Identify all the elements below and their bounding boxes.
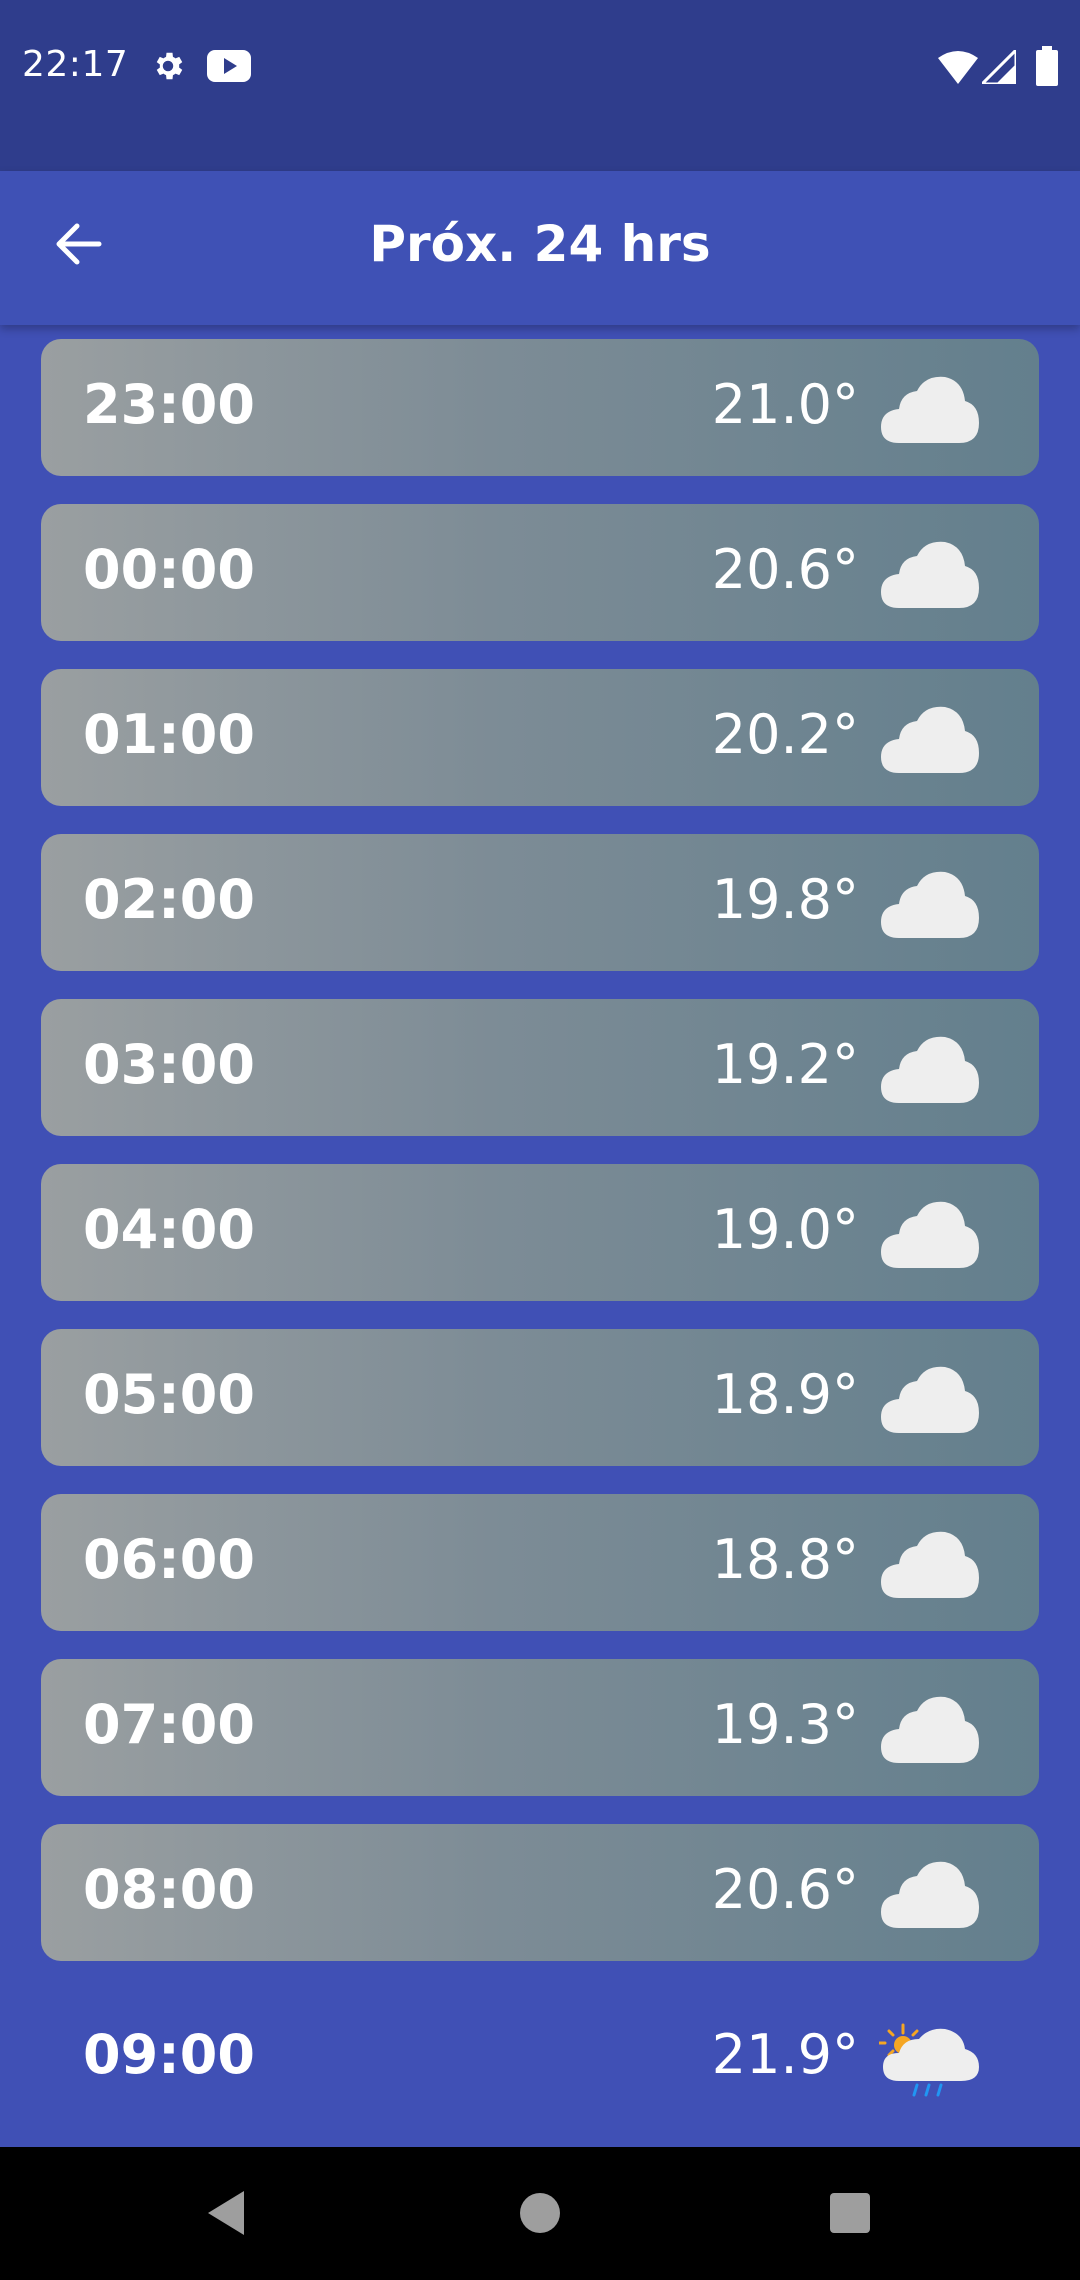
cloud-icon [879,1198,981,1272]
temperature-label: 20.6° [711,538,859,601]
temperature-label: 20.2° [711,703,859,766]
hourly-row[interactable]: 04:00 19.0° [41,1164,1039,1301]
back-triangle-icon [208,2191,244,2235]
temperature-label: 18.8° [711,1528,859,1591]
page-title: Próx. 24 hrs [369,215,711,273]
nav-back-button[interactable] [196,2183,256,2243]
hourly-row[interactable]: 00:00 20.6° [41,504,1039,641]
temperature-label: 18.9° [711,1363,859,1426]
temperature-label: 19.0° [711,1198,859,1261]
signal-icon [982,50,1016,84]
home-circle-icon [520,2193,560,2233]
hourly-row[interactable]: 01:00 20.2° [41,669,1039,806]
navigation-bar [0,2147,1080,2280]
temperature-label: 19.3° [711,1693,859,1756]
cloud-icon [879,1858,981,1932]
temperature-label: 21.9° [711,2023,859,2086]
status-bar: 22:17 [0,0,1080,171]
wifi-icon [938,50,978,84]
cloud-icon [879,1033,981,1107]
hour-label: 04:00 [83,1198,255,1261]
temperature-label: 19.2° [711,1033,859,1096]
hour-label: 08:00 [83,1858,255,1921]
youtube-icon [207,50,251,82]
hour-label: 07:00 [83,1693,255,1756]
hour-label: 01:00 [83,703,255,766]
hourly-row[interactable]: 06:00 18.8° [41,1494,1039,1631]
cloud-icon [879,538,981,612]
hour-label: 03:00 [83,1033,255,1096]
cloud-icon [879,373,981,447]
hourly-forecast-list[interactable]: 23:00 21.0° 00:00 20.6° 01:00 20.2° 02:00 19.8°… [0,325,1080,2147]
nav-recents-button[interactable] [820,2183,880,2243]
nav-home-button[interactable] [510,2183,570,2243]
hourly-row[interactable]: 09:00 21.9° [41,1989,1039,2126]
hour-label: 02:00 [83,868,255,931]
cloud-icon [879,703,981,777]
temperature-label: 21.0° [711,373,859,436]
temperature-label: 20.6° [711,1858,859,1921]
gear-icon [150,48,186,84]
temperature-label: 19.8° [711,868,859,931]
hour-label: 06:00 [83,1528,255,1591]
hour-label: 05:00 [83,1363,255,1426]
hour-label: 09:00 [83,2023,255,2086]
hour-label: 00:00 [83,538,255,601]
battery-icon [1036,46,1058,86]
hourly-row[interactable]: 07:00 19.3° [41,1659,1039,1796]
cloud-icon [879,1528,981,1602]
recents-square-icon [830,2193,870,2233]
hourly-row[interactable]: 03:00 19.2° [41,999,1039,1136]
app-bar: Próx. 24 hrs [0,171,1080,325]
hourly-row[interactable]: 02:00 19.8° [41,834,1039,971]
cloud-icon [879,1363,981,1437]
hour-label: 23:00 [83,373,255,436]
hourly-row[interactable]: 05:00 18.9° [41,1329,1039,1466]
sun-cloud-rain-icon [879,2023,981,2097]
cloud-icon [879,868,981,942]
cloud-icon [879,1693,981,1767]
hourly-row[interactable]: 08:00 20.6° [41,1824,1039,1961]
hourly-row[interactable]: 23:00 21.0° [41,339,1039,476]
status-time: 22:17 [22,44,129,85]
